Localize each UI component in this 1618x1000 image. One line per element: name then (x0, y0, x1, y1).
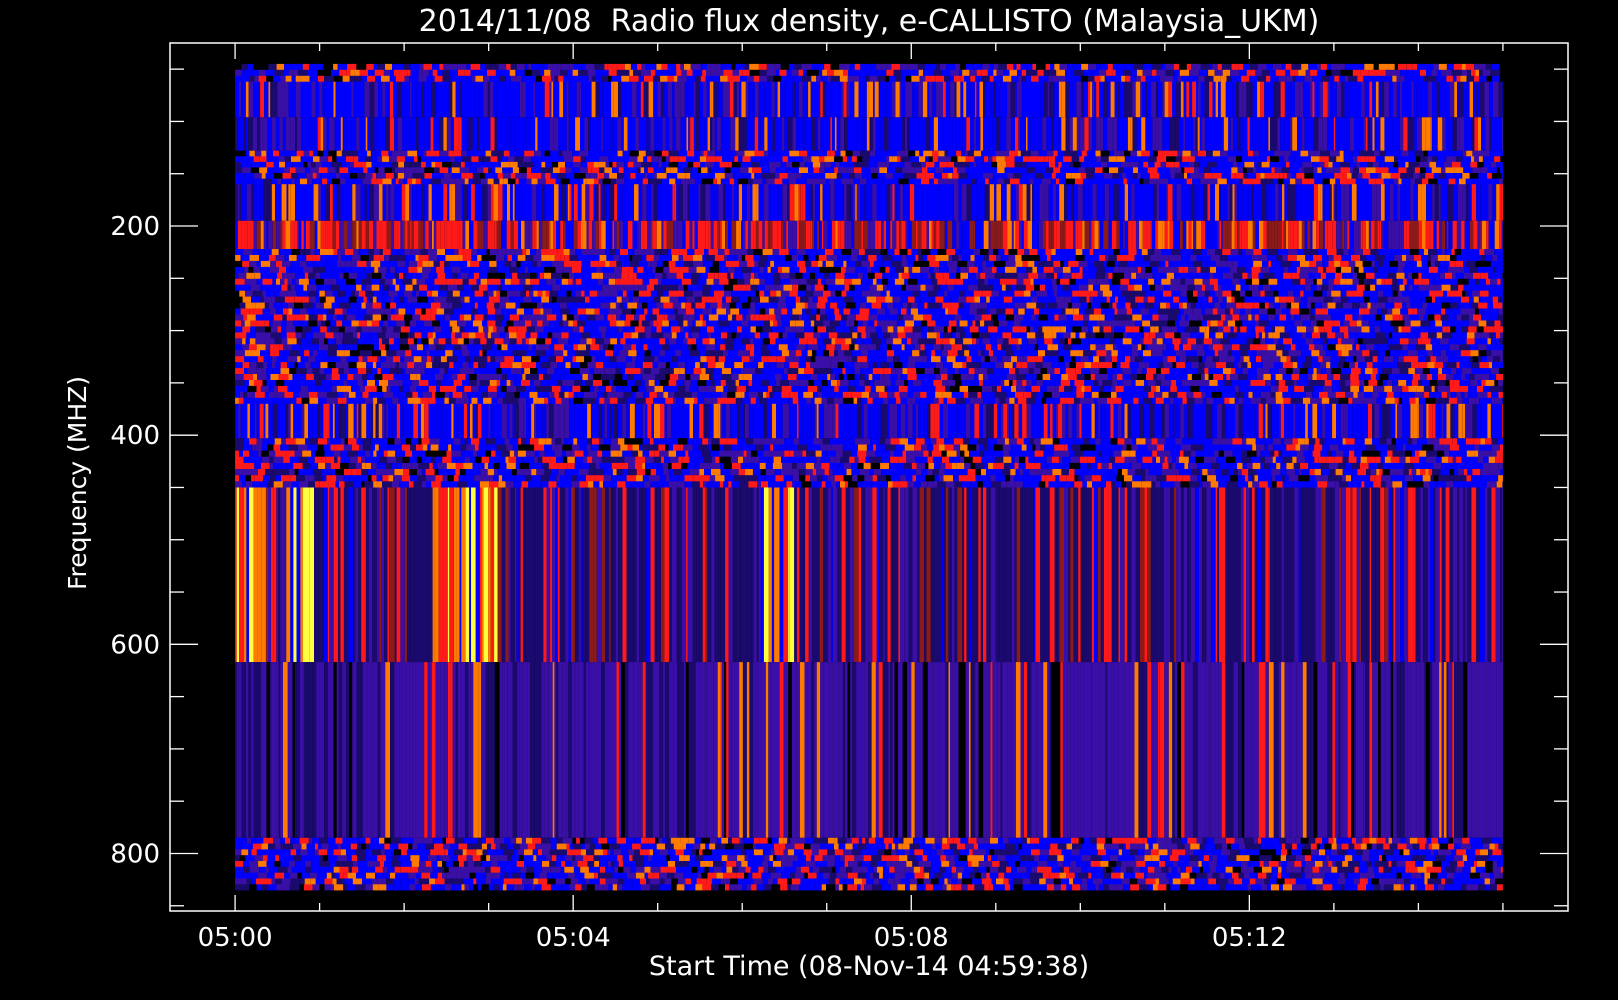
x-tick-label: 05:12 (1212, 923, 1287, 953)
spectrogram-chart: 05:00 05:04 05:08 05:12 200 400 600 800 2014/11… (0, 0, 1618, 1000)
heatmap-band-3 (235, 150, 1503, 185)
heatmap-band-11 (235, 837, 1503, 891)
y-tick-label: 400 (110, 421, 160, 451)
heatmap-band-1 (235, 81, 1503, 118)
y-axis-label: Frequency (MHZ) (63, 376, 92, 590)
heatmap-band-6 (235, 249, 1503, 405)
y-tick-label: 600 (110, 630, 160, 660)
heatmap-band-8 (235, 438, 1503, 488)
y-tick-label: 800 (110, 839, 160, 869)
chart-title: 2014/11/08 Radio flux density, e-CALLIST… (419, 4, 1320, 39)
heatmap-band-10 (235, 662, 1503, 838)
heatmap-image (235, 63, 1503, 891)
x-axis-label: Start Time (08-Nov-14 04:59:38) (649, 951, 1089, 982)
heatmap-band-2 (235, 117, 1503, 151)
x-tick-label: 05:04 (536, 923, 611, 953)
heatmap-band-5 (235, 220, 1503, 249)
x-tick-label: 05:00 (198, 923, 273, 953)
heatmap-band-4 (235, 184, 1503, 221)
heatmap-band-7 (235, 403, 1503, 439)
x-tick-label: 05:08 (874, 923, 949, 953)
heatmap-band-0 (235, 63, 1503, 82)
y-tick-label: 200 (110, 212, 160, 242)
heatmap-band-9 (235, 487, 1503, 663)
